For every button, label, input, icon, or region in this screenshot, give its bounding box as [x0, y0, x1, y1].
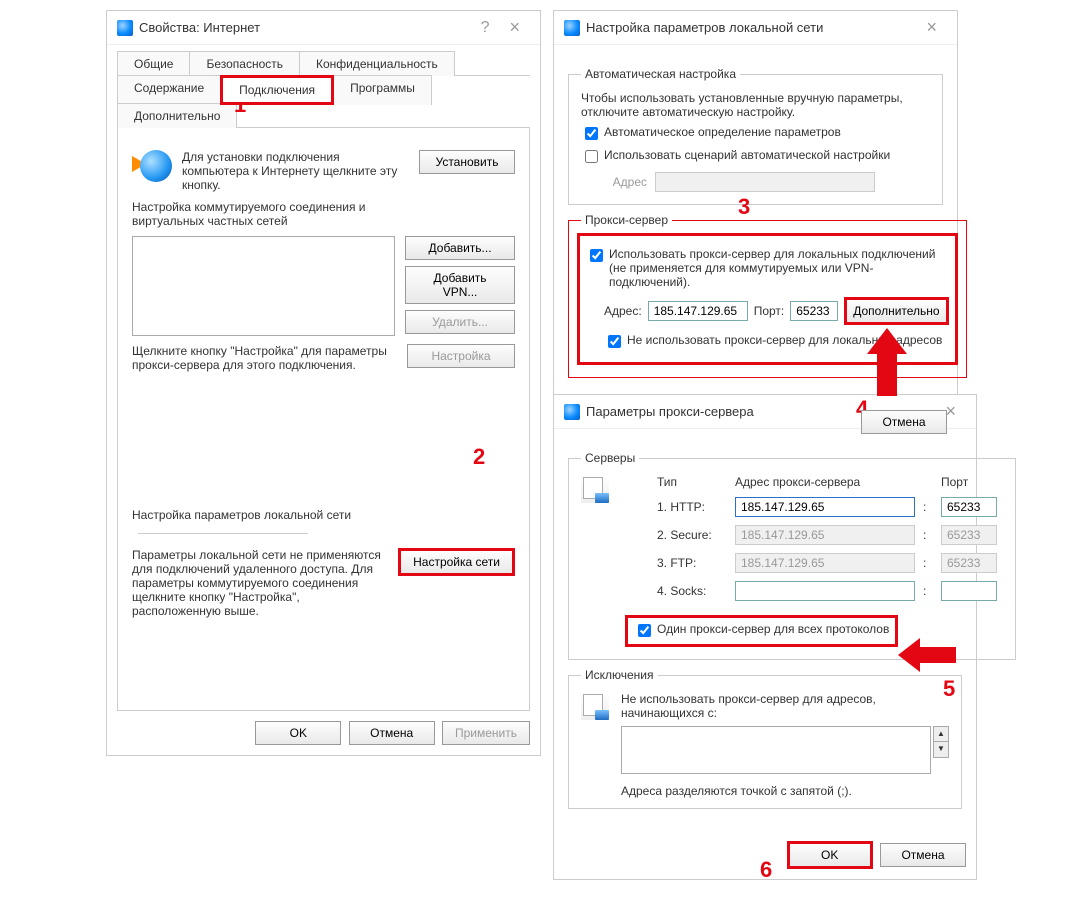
lan-heading: Настройка параметров локальной сети	[132, 508, 351, 522]
http-address-input[interactable]	[735, 497, 915, 517]
use-script-label: Использовать сценарий автоматической нас…	[604, 148, 890, 162]
tab-programs[interactable]: Программы	[333, 75, 432, 105]
exceptions-hint: Адреса разделяются точкой с запятой (;).	[621, 784, 949, 798]
ok-button[interactable]: OK	[787, 841, 873, 869]
auto-desc: Чтобы использовать установленные вручную…	[581, 91, 930, 119]
scroll-down-icon[interactable]: ▼	[933, 742, 949, 758]
install-text: Для установки подключения компьютера к И…	[182, 150, 409, 192]
ftp-label: 3. FTP:	[657, 556, 727, 570]
tab-advanced[interactable]: Дополнительно	[117, 103, 237, 128]
globe-icon	[564, 404, 580, 420]
secure-address-input	[735, 525, 915, 545]
annotation-5: 5	[943, 676, 955, 702]
apply-button: Применить	[442, 721, 530, 745]
tab-connections[interactable]: Подключения	[220, 75, 334, 105]
cancel-button[interactable]: Отмена	[349, 721, 435, 745]
proxy-address-input[interactable]	[648, 301, 748, 321]
socks-port-input[interactable]	[941, 581, 997, 601]
cancel-button[interactable]: Отмена	[880, 843, 966, 867]
auto-detect-label: Автоматическое определение параметров	[604, 125, 841, 139]
proxy-port-input[interactable]	[790, 301, 838, 321]
globe-icon	[564, 20, 580, 36]
use-script-checkbox[interactable]	[585, 150, 598, 163]
tab-security[interactable]: Безопасность	[189, 51, 300, 76]
scroll-up-icon[interactable]: ▲	[933, 726, 949, 742]
add-vpn-button[interactable]: Добавить VPN...	[405, 266, 515, 304]
type-header: Тип	[657, 475, 727, 489]
tab-content[interactable]: Содержание	[117, 75, 221, 105]
http-label: 1. HTTP:	[657, 500, 727, 514]
use-proxy-checkbox[interactable]	[590, 249, 603, 262]
ok-button[interactable]: OK	[255, 721, 341, 745]
add-button[interactable]: Добавить...	[405, 236, 515, 260]
annotation-6: 6	[760, 857, 772, 883]
same-for-all-label: Один прокси-сервер для всех протоколов	[657, 622, 889, 636]
install-button[interactable]: Установить	[419, 150, 515, 174]
settings-button: Настройка	[407, 344, 515, 368]
bypass-local-checkbox[interactable]	[608, 335, 621, 348]
window2-title: Настройка параметров локальной сети	[586, 20, 916, 35]
ftp-port-input	[941, 553, 997, 573]
servers-legend: Серверы	[581, 451, 639, 465]
http-port-input[interactable]	[941, 497, 997, 517]
auto-legend: Автоматическая настройка	[581, 67, 740, 81]
red-arrow-icon	[898, 638, 956, 675]
globe-icon	[117, 20, 133, 36]
red-arrow-icon	[867, 328, 907, 399]
address-header: Адрес прокси-сервера	[735, 475, 915, 489]
lan-settings-button[interactable]: Настройка сети	[398, 548, 515, 576]
port-header: Порт	[941, 475, 1003, 489]
tab-privacy[interactable]: Конфиденциальность	[299, 51, 455, 76]
servers-icon	[581, 475, 609, 503]
exceptions-legend: Исключения	[581, 668, 658, 682]
script-address-label: Адрес	[605, 175, 655, 189]
exceptions-textarea[interactable]	[621, 726, 931, 774]
secure-label: 2. Secure:	[657, 528, 727, 542]
help-button[interactable]: ?	[471, 19, 500, 37]
tab-general[interactable]: Общие	[117, 51, 190, 76]
socks-label: 4. Socks:	[657, 584, 727, 598]
auto-detect-checkbox[interactable]	[585, 127, 598, 140]
proxy-legend: Прокси-сервер	[581, 213, 672, 227]
close-button[interactable]: ×	[499, 17, 530, 38]
ftp-address-input	[735, 553, 915, 573]
advanced-button[interactable]: Дополнительно	[844, 297, 948, 325]
exceptions-desc: Не использовать прокси-сервер для адресо…	[621, 692, 949, 720]
same-for-all-checkbox[interactable]	[638, 624, 651, 637]
exceptions-icon	[581, 692, 609, 720]
socks-address-input[interactable]	[735, 581, 915, 601]
use-proxy-label: Использовать прокси-сервер для локальных…	[609, 247, 949, 289]
connections-listbox[interactable]	[132, 236, 395, 336]
close-button[interactable]: ×	[916, 17, 947, 38]
window1-title: Свойства: Интернет	[139, 20, 471, 35]
proxy-port-label: Порт:	[754, 304, 785, 318]
cancel-button[interactable]: Отмена	[861, 410, 947, 434]
dialup-heading: Настройка коммутируемого соединения и ви…	[132, 200, 412, 228]
globe-icon	[140, 150, 172, 182]
settings-text: Щелкните кнопку "Настройка" для параметр…	[132, 344, 397, 372]
annotation-2: 2	[473, 444, 485, 470]
script-address-input	[655, 172, 875, 192]
delete-button: Удалить...	[405, 310, 515, 334]
proxy-address-label: Адрес:	[604, 304, 642, 318]
secure-port-input	[941, 525, 997, 545]
lan-text: Параметры локальной сети не применяются …	[132, 548, 398, 618]
annotation-3: 3	[738, 194, 750, 220]
